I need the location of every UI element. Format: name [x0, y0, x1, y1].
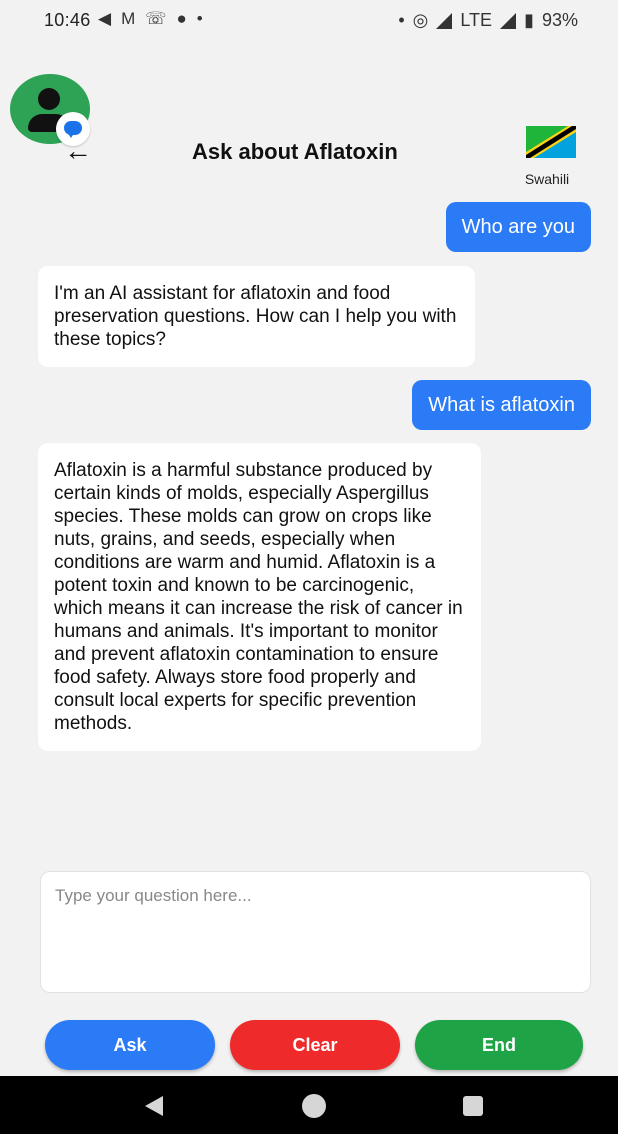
- navigation-bar: [0, 1076, 618, 1134]
- page-title: Ask about Aflatoxin: [192, 139, 398, 164]
- assistant-message: I'm an AI assistant for aflatoxin and fo…: [38, 266, 475, 367]
- language-label: Swahili: [524, 171, 570, 187]
- signal-icon: [500, 12, 517, 29]
- battery-icon: ▮: [524, 10, 534, 30]
- user-message: Who are you: [445, 202, 591, 252]
- network-type: LTE: [460, 10, 493, 30]
- gmail-icon: M: [121, 9, 136, 28]
- telegram-icon: ◀: [98, 9, 112, 28]
- tanzania-flag-icon: [525, 126, 576, 158]
- location-pin-icon: ●: [176, 9, 187, 28]
- back-arrow-icon[interactable]: ←: [64, 136, 92, 166]
- dot-icon: •: [398, 10, 405, 30]
- user-message: What is aflatoxin: [412, 380, 591, 430]
- clear-button[interactable]: Clear: [230, 1020, 400, 1070]
- nav-recents-icon[interactable]: [463, 1096, 483, 1116]
- nav-home-icon[interactable]: [302, 1094, 326, 1118]
- question-input[interactable]: [55, 886, 576, 978]
- language-selector[interactable]: Swahili: [515, 126, 579, 187]
- voicemail-icon: ☏: [145, 9, 167, 28]
- notification-icons: ◀ M ☏ ● •: [98, 9, 203, 29]
- person-icon: [38, 88, 60, 110]
- end-button[interactable]: End: [415, 1020, 583, 1070]
- signal-icon: [436, 12, 453, 29]
- status-bar: 10:46 ◀ M ☏ ● • • ◎ LTE ▮ 93%: [0, 0, 618, 40]
- battery-percent: 93%: [541, 10, 578, 30]
- ask-button[interactable]: Ask: [45, 1020, 215, 1070]
- question-input-box[interactable]: [40, 871, 591, 993]
- nav-back-icon[interactable]: [145, 1096, 163, 1116]
- assistant-message: Aflatoxin is a harmful substance produce…: [38, 443, 481, 751]
- status-time: 10:46: [44, 10, 91, 30]
- dot-icon: •: [196, 9, 203, 28]
- system-icons: • ◎ LTE ▮ 93%: [398, 10, 578, 31]
- hotspot-icon: ◎: [412, 10, 429, 30]
